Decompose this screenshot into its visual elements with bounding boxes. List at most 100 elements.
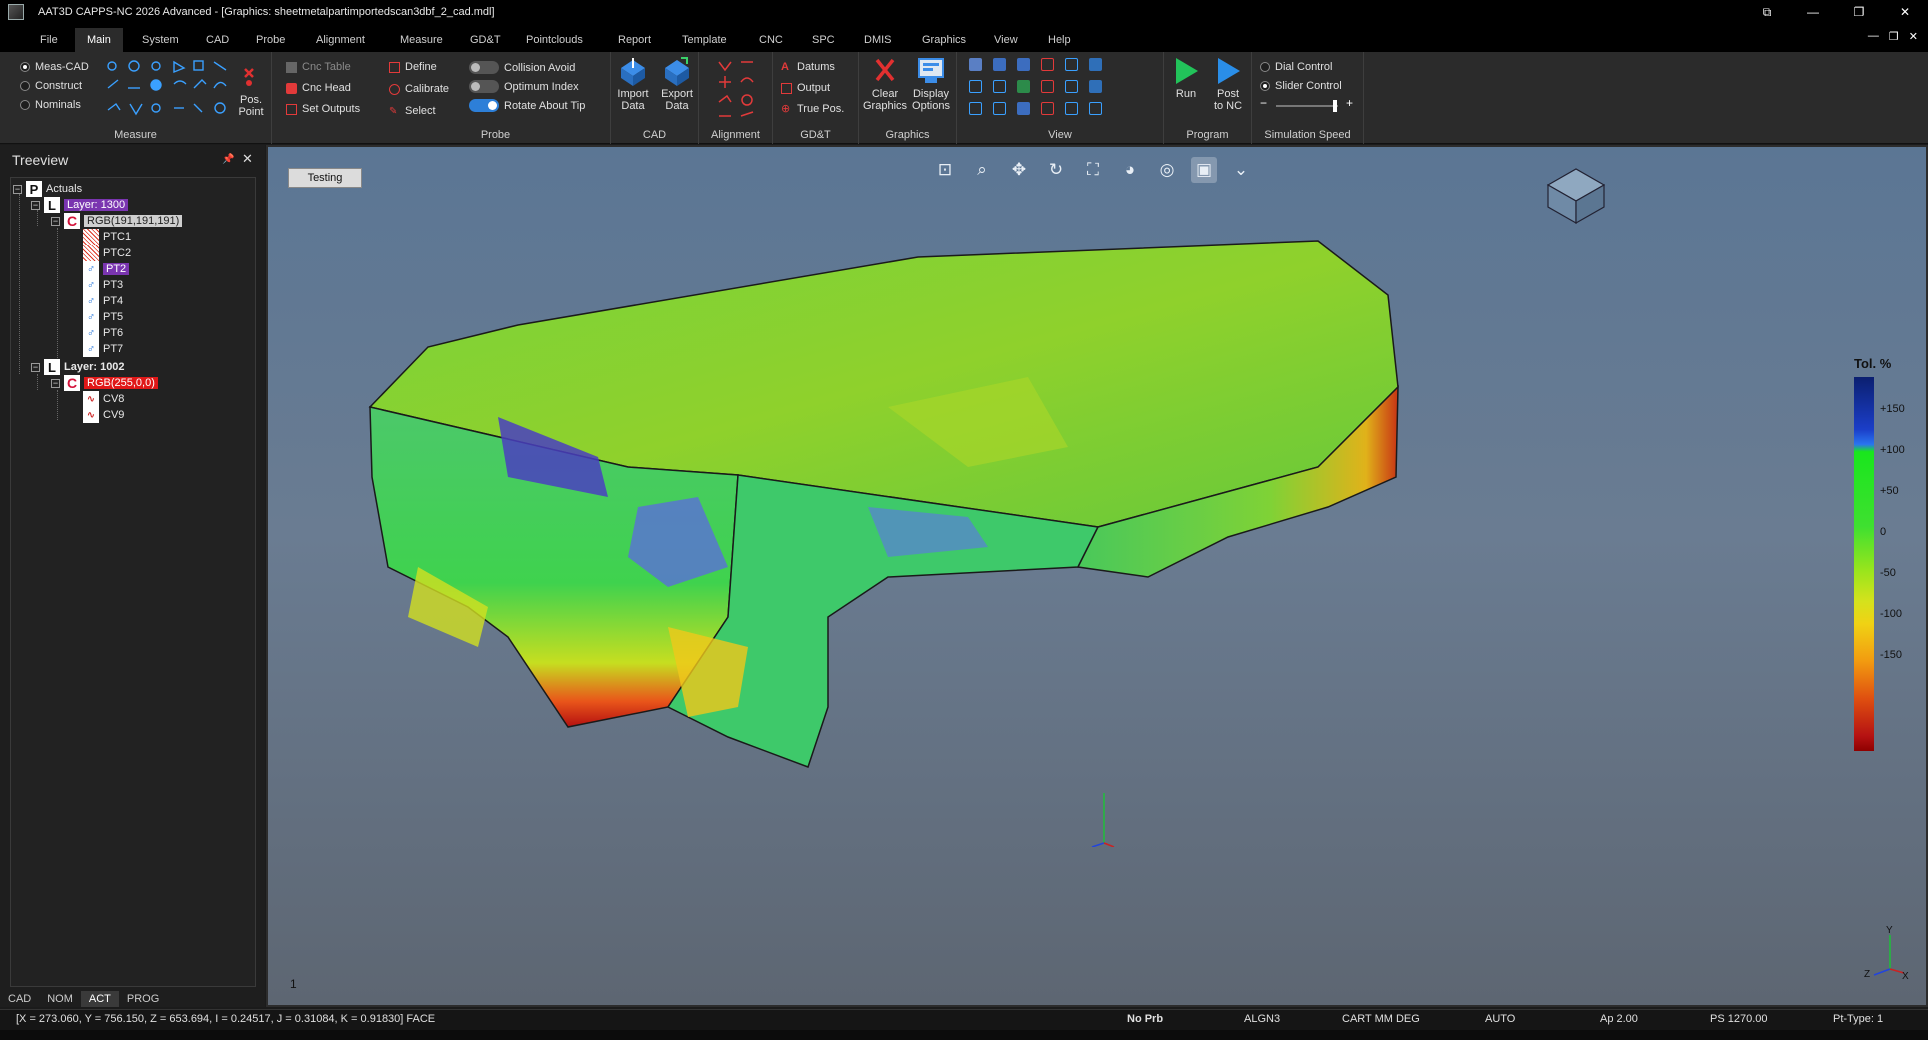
mode-nominals[interactable]: Nominals xyxy=(20,99,81,111)
slider-control-option[interactable]: Slider Control xyxy=(1260,80,1342,92)
collapse-icon[interactable]: − xyxy=(51,378,60,388)
tree-node-point[interactable]: ♂ PT7 xyxy=(83,340,123,358)
view-rotate-icon[interactable] xyxy=(993,102,1006,115)
display-options-button[interactable]: Display Options xyxy=(909,56,953,112)
tab-main[interactable]: Main xyxy=(75,28,123,52)
output-button[interactable]: Output xyxy=(781,82,830,94)
tab-file[interactable]: File xyxy=(28,28,70,52)
select-probe-button[interactable]: ✎ Select xyxy=(389,105,436,117)
view-axis-icon[interactable] xyxy=(1089,102,1102,115)
view-clip-icon[interactable] xyxy=(1041,102,1054,115)
viewport-number: 1 xyxy=(290,977,297,991)
tab-graphics[interactable]: Graphics xyxy=(910,28,978,52)
view-light-icon[interactable] xyxy=(1017,102,1030,115)
view-top-icon[interactable] xyxy=(1089,58,1102,71)
export-data-icon xyxy=(665,57,689,86)
slider-minus-icon[interactable]: − xyxy=(1260,96,1267,110)
document-controls: — ❐ ✕ xyxy=(1868,30,1918,43)
measure-group-label: Measure xyxy=(114,129,157,141)
collapse-icon[interactable]: − xyxy=(31,200,40,210)
view-section-icon[interactable] xyxy=(1041,80,1054,93)
axis-x-label: X xyxy=(1902,971,1909,982)
tab-nom-tree[interactable]: NOM xyxy=(39,991,81,1007)
pin-icon[interactable]: 📌 xyxy=(222,154,234,165)
tab-dmis[interactable]: DMIS xyxy=(852,28,904,52)
view-zoom-icon[interactable] xyxy=(1089,80,1102,93)
tab-spc[interactable]: SPC xyxy=(800,28,847,52)
view-wire-icon[interactable] xyxy=(1065,58,1078,71)
view-orientation-buttons[interactable] xyxy=(969,58,1109,120)
tab-gdt[interactable]: GD&T xyxy=(458,28,513,52)
optimum-index-toggle[interactable]: Optimum Index xyxy=(469,80,579,93)
collapse-icon[interactable]: − xyxy=(51,216,60,226)
run-button[interactable]: Run xyxy=(1164,56,1208,100)
alignment-tools-icons[interactable] xyxy=(715,58,759,120)
cad-group: Import Data Export Data CAD xyxy=(611,52,699,144)
tab-measure[interactable]: Measure xyxy=(388,28,455,52)
slider-plus-icon[interactable]: + xyxy=(1346,96,1353,110)
datums-button[interactable]: A Datums xyxy=(781,61,835,73)
export-data-button[interactable]: Export Data xyxy=(655,56,699,112)
true-pos-icon: ⊕ xyxy=(781,102,791,115)
tree-node-label: PT6 xyxy=(103,327,124,339)
doc-close-button[interactable]: ✕ xyxy=(1909,30,1918,43)
dial-control-label: Dial Control xyxy=(1275,61,1333,73)
view-front-icon[interactable] xyxy=(993,58,1006,71)
view-right-icon[interactable] xyxy=(993,80,1006,93)
tab-report[interactable]: Report xyxy=(606,28,663,52)
tab-prog-tree[interactable]: PROG xyxy=(119,991,167,1007)
collapse-icon[interactable]: − xyxy=(31,362,40,372)
alignment-status: ALGN3 xyxy=(1244,1013,1281,1025)
restore-layout-button[interactable]: ⧉ xyxy=(1744,0,1790,24)
tab-cnc[interactable]: CNC xyxy=(747,28,795,52)
view-iso-icon[interactable] xyxy=(969,58,982,71)
graphics-viewport[interactable]: Testing ⊡ ⌕ ✥ ↻ ⛶ ◕ ◎ ▣ ⌄ Tol. % +150 +1… xyxy=(266,145,1928,1007)
slider-knob[interactable] xyxy=(1332,100,1337,112)
view-grid-icon[interactable] xyxy=(1065,102,1078,115)
tab-view[interactable]: View xyxy=(982,28,1030,52)
view-left-icon[interactable] xyxy=(969,80,982,93)
collapse-icon[interactable]: − xyxy=(13,184,22,194)
cnc-table-button[interactable]: Cnc Table xyxy=(286,61,351,73)
tab-alignment[interactable]: Alignment xyxy=(304,28,377,52)
clear-graphics-label: Clear Graphics xyxy=(863,88,908,112)
treeview-close-icon[interactable]: ✕ xyxy=(242,151,253,167)
cnc-head-button[interactable]: Cnc Head xyxy=(286,82,351,94)
tab-help[interactable]: Help xyxy=(1036,28,1083,52)
tab-template[interactable]: Template xyxy=(670,28,739,52)
doc-restore-button[interactable]: ❐ xyxy=(1889,30,1899,43)
view-pan-icon[interactable] xyxy=(969,102,982,115)
clear-graphics-button[interactable]: Clear Graphics xyxy=(863,56,907,112)
define-probe-button[interactable]: Define xyxy=(389,61,437,73)
set-outputs-button[interactable]: Set Outputs xyxy=(286,103,360,115)
view-shade-icon[interactable] xyxy=(1041,58,1054,71)
rotate-about-tip-toggle[interactable]: Rotate About Tip xyxy=(469,99,585,112)
tab-cad[interactable]: CAD xyxy=(194,28,241,52)
view-back-icon[interactable] xyxy=(1017,58,1030,71)
doc-minimize-button[interactable]: — xyxy=(1868,30,1879,43)
tab-system[interactable]: System xyxy=(130,28,191,52)
maximize-button[interactable]: ❐ xyxy=(1836,0,1882,24)
mode-construct[interactable]: Construct xyxy=(20,80,82,92)
view-fit-icon[interactable] xyxy=(1065,80,1078,93)
collision-avoid-toggle[interactable]: Collision Avoid xyxy=(469,61,575,74)
part-deviation-model[interactable] xyxy=(268,147,1926,1005)
tree-node-curve[interactable]: ∿ CV9 xyxy=(83,406,124,424)
tab-pointclouds[interactable]: Pointclouds xyxy=(514,28,595,52)
dial-control-option[interactable]: Dial Control xyxy=(1260,61,1332,73)
calibrate-button[interactable]: Calibrate xyxy=(389,83,449,95)
mode-meas-cad[interactable]: Meas-CAD xyxy=(20,61,89,73)
tab-cad-tree[interactable]: CAD xyxy=(0,991,39,1007)
speed-slider[interactable]: − + xyxy=(1260,96,1356,113)
measure-feature-icons[interactable] xyxy=(104,58,234,124)
post-to-nc-button[interactable]: Post to NC xyxy=(1206,56,1250,112)
minimize-button[interactable]: — xyxy=(1790,0,1836,24)
layer-icon: L xyxy=(44,197,60,213)
view-bottom-icon[interactable] xyxy=(1017,80,1030,93)
pos-point-button[interactable]: Pos. Point xyxy=(233,62,269,118)
close-button[interactable]: ✕ xyxy=(1882,0,1928,24)
tab-probe[interactable]: Probe xyxy=(244,28,297,52)
tab-act-tree[interactable]: ACT xyxy=(80,991,119,1007)
import-data-button[interactable]: Import Data xyxy=(611,56,655,112)
true-pos-button[interactable]: ⊕ True Pos. xyxy=(781,103,844,115)
